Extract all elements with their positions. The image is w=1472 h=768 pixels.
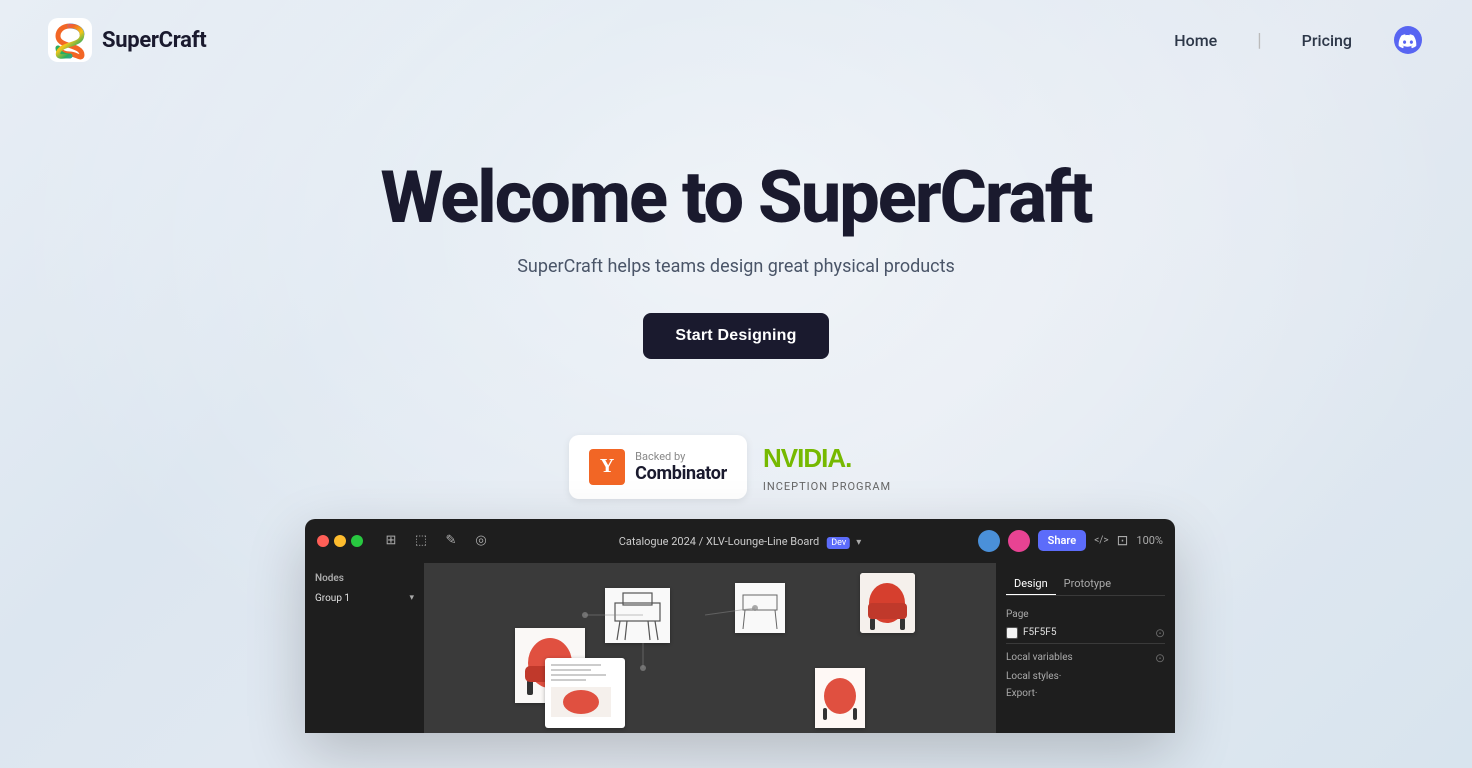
- svg-text:NVIDIA.: NVIDIA.: [763, 443, 851, 473]
- badges-section: Y Backed by Combinator NVIDIA. INCEPTION…: [0, 435, 1472, 499]
- device-preview-icon[interactable]: ⊡: [1117, 533, 1129, 549]
- user-avatar-1: [978, 530, 1000, 552]
- local-styles-label: Local styles·: [1006, 671, 1061, 682]
- export-label: Export·: [1006, 688, 1037, 699]
- figma-left-panel: Nodes Group 1 ▾: [305, 563, 425, 733]
- window-controls: [317, 535, 363, 547]
- local-vars-row: Local variables ⊙: [1006, 648, 1165, 668]
- furniture-card-2: [605, 588, 670, 643]
- nvidia-logo-icon: NVIDIA.: [763, 441, 903, 476]
- page-color-row: F5F5F5 ⊙: [1006, 623, 1165, 644]
- close-dot: [317, 535, 329, 547]
- local-vars-settings-icon[interactable]: ⊙: [1155, 651, 1165, 665]
- nav-divider: |: [1257, 30, 1261, 51]
- page-color-swatch: [1006, 627, 1018, 639]
- local-styles-row: Local styles·: [1006, 668, 1165, 685]
- logo-text: SuperCraft: [102, 28, 206, 53]
- furniture-card-5: [815, 668, 865, 728]
- figma-body: Nodes Group 1 ▾: [305, 563, 1175, 733]
- figma-file-title: Catalogue 2024 / XLV-Lounge-Line Board D…: [619, 534, 861, 548]
- nvidia-badge: NVIDIA. INCEPTION PROGRAM: [763, 441, 903, 493]
- start-designing-button[interactable]: Start Designing: [643, 313, 828, 359]
- user-avatar-2: [1008, 530, 1030, 552]
- export-row: Export·: [1006, 685, 1165, 702]
- furniture-card-spec: [545, 658, 625, 728]
- page-color-value: F5F5F5: [1023, 627, 1056, 638]
- figma-canvas: [425, 563, 995, 733]
- discord-icon[interactable]: [1392, 24, 1424, 56]
- design-tab[interactable]: Design: [1006, 573, 1056, 595]
- nodes-label: Nodes: [315, 573, 414, 584]
- prototype-tab[interactable]: Prototype: [1056, 573, 1119, 595]
- hero-subtitle: SuperCraft helps teams design great phys…: [0, 256, 1472, 277]
- code-view-icon[interactable]: </>: [1094, 535, 1108, 546]
- yc-backed-label: Backed by: [635, 450, 727, 463]
- navbar: SuperCraft Home | Pricing: [0, 0, 1472, 80]
- supercraft-logo-icon: [48, 18, 92, 62]
- frame-tool-icon[interactable]: ⬚: [407, 527, 435, 555]
- hero-section: Welcome to SuperCraft SuperCraft helps t…: [0, 80, 1472, 399]
- page-prop-row: Page: [1006, 606, 1165, 623]
- yc-name-label: Combinator: [635, 463, 727, 484]
- yc-text-block: Backed by Combinator: [635, 450, 727, 484]
- page-settings-icon[interactable]: ⊙: [1155, 626, 1165, 640]
- nav-pricing-link[interactable]: Pricing: [1302, 31, 1352, 50]
- app-screenshot: ⊞ ⬚ ✎ ◎ Catalogue 2024 / XLV-Lounge-Line…: [305, 519, 1175, 733]
- yc-logo-icon: Y: [589, 449, 625, 485]
- figma-right-toolbar: Share </> ⊡ 100%: [978, 530, 1163, 552]
- page-label: Page: [1006, 609, 1029, 620]
- hand-tool-icon[interactable]: ◎: [467, 527, 495, 555]
- pencil-tool-icon[interactable]: ✎: [437, 527, 465, 555]
- figma-design-tabs: Design Prototype: [1006, 573, 1165, 596]
- minimize-dot: [334, 535, 346, 547]
- logo-area[interactable]: SuperCraft: [48, 18, 206, 62]
- furniture-card-1: [860, 573, 915, 633]
- share-button[interactable]: Share: [1038, 530, 1087, 551]
- move-tool-icon[interactable]: ⊞: [377, 527, 405, 555]
- group-item[interactable]: Group 1 ▾: [315, 590, 414, 607]
- canvas-content: [425, 563, 995, 733]
- nav-home-link[interactable]: Home: [1174, 31, 1217, 50]
- hero-title: Welcome to SuperCraft: [0, 160, 1472, 236]
- nvidia-program-label: INCEPTION PROGRAM: [763, 480, 891, 493]
- zoom-level[interactable]: 100%: [1136, 534, 1163, 547]
- nav-links: Home | Pricing: [1174, 24, 1424, 56]
- furniture-card-4: [735, 583, 785, 633]
- local-vars-label: Local variables: [1006, 652, 1073, 663]
- figma-toolbar: ⊞ ⬚ ✎ ◎ Catalogue 2024 / XLV-Lounge-Line…: [305, 519, 1175, 563]
- maximize-dot: [351, 535, 363, 547]
- figma-right-panel: Design Prototype Page F5F5F5 ⊙ Local var…: [995, 563, 1175, 733]
- figma-tool-icons: ⊞ ⬚ ✎ ◎: [377, 527, 495, 555]
- yc-badge: Y Backed by Combinator: [569, 435, 747, 499]
